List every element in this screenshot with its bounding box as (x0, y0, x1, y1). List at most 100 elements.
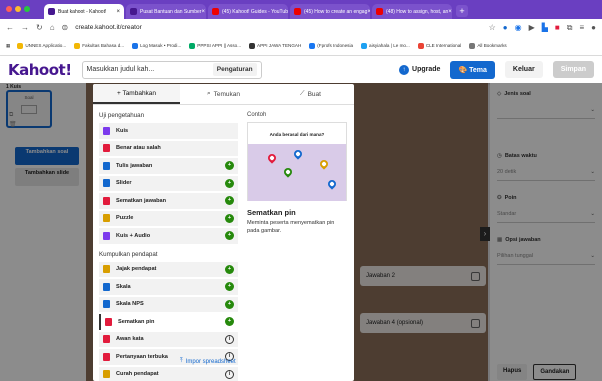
tab-find-label: Temukan (213, 90, 240, 98)
bookmark-item[interactable]: aisyiahala | Le mo... (361, 42, 410, 49)
play-icon[interactable]: ▶ (529, 23, 535, 32)
premium-badge-icon[interactable]: + (225, 231, 234, 240)
selected-type-title: Sematkan pin (247, 208, 296, 217)
import-spreadsheet-link[interactable]: ⤒ Impor spreadsheet (180, 358, 236, 365)
kahoot-logo[interactable]: Kahoot! (8, 61, 72, 79)
reload-icon[interactable]: ↻ (36, 23, 43, 32)
premium-badge-icon[interactable]: + (225, 317, 234, 326)
kahoot-title-input[interactable]: Masukkan judul kah... Pengaturan (81, 60, 262, 79)
close-tab-icon[interactable]: × (367, 9, 370, 15)
question-type-item[interactable]: Slider + (99, 175, 238, 191)
tab-create[interactable]: ⟋ Buat (267, 84, 354, 104)
close-tab-icon[interactable]: × (448, 9, 452, 15)
browser-tab-bar: Buat kahoot - Kahoot! × Pusat Bantuan dan … (0, 0, 602, 19)
extension-icon[interactable]: ▙ (542, 23, 548, 32)
example-label: Contoh (247, 112, 267, 118)
favicon-icon (48, 8, 55, 15)
question-type-label: Kuis (116, 127, 129, 134)
theme-button[interactable]: 🎨 Tema (450, 60, 495, 79)
upload-icon: ⤒ (180, 358, 183, 364)
extension-icon[interactable]: ◉ (515, 23, 522, 32)
bookmarks-bar: ▦ UNNES Applicatio... Fakultas Bahasa d..… (0, 36, 602, 56)
extension-icon[interactable]: ■ (555, 23, 560, 32)
save-button[interactable]: Simpan (552, 61, 594, 78)
browser-tab-title: (48) How to assign, host, an (386, 8, 449, 15)
question-type-item[interactable]: Jajak pendapat + (99, 261, 238, 277)
bookmark-favicon-icon (417, 42, 424, 49)
bookmark-label: APPI JAWA TENGAH (257, 42, 302, 48)
extension-icon[interactable]: ● (503, 23, 508, 32)
premium-badge-icon[interactable]: + (225, 161, 234, 170)
title-placeholder: Masukkan judul kah... (86, 66, 155, 73)
close-tab-icon[interactable]: × (116, 9, 120, 15)
question-type-item[interactable]: Kuis + Audio + (99, 228, 238, 244)
minimize-window-button[interactable] (15, 6, 21, 12)
back-icon[interactable]: ← (6, 23, 14, 32)
browser-tab-title: Buat kahoot - Kahoot! (58, 8, 107, 15)
new-tab-button[interactable]: + (456, 5, 468, 17)
question-type-item[interactable]: Tulis jawaban + (99, 158, 238, 174)
bookmark-item[interactable]: PPPSI APPI || Asso... (189, 42, 241, 49)
question-type-icon (105, 317, 112, 326)
magic-wand-icon: ⟋ (300, 90, 305, 97)
bookmark-item[interactable]: UNNES Applicatio... (17, 42, 66, 49)
premium-badge-icon[interactable]: + (225, 213, 234, 223)
premium-badge-icon[interactable]: + (225, 299, 234, 309)
info-icon[interactable]: i (225, 334, 234, 344)
close-tab-icon[interactable]: × (201, 9, 205, 15)
question-type-icon (103, 231, 110, 240)
bookmark-item[interactable]: Fakultas Bahasa d... (74, 42, 124, 49)
question-type-list: Uji pengetahuan Kuis Benar atau salah Tuli… (99, 112, 238, 381)
world-map-image (248, 144, 346, 201)
question-type-label: Kuis + Audio (116, 232, 151, 239)
bookmark-item[interactable]: (Fprofs Indonesia (309, 42, 353, 49)
question-type-item[interactable]: Puzzle + (99, 210, 238, 226)
bookmark-item[interactable]: APPI JAWA TENGAH (249, 42, 302, 49)
question-type-item[interactable]: Skala NPS + (99, 296, 238, 312)
settings-button[interactable]: Pengaturan (212, 63, 257, 76)
browser-tab[interactable]: (45) How to create an engag × (290, 4, 370, 19)
tab-find[interactable]: ⌕ Temukan (180, 84, 267, 104)
question-type-item[interactable]: Sematkan pin + (99, 314, 238, 330)
upgrade-button[interactable]: ↑ Upgrade (399, 64, 440, 75)
zoom-window-button[interactable] (24, 6, 30, 12)
browser-tab[interactable]: Pusat Bantuan dan Sumber × (126, 4, 206, 19)
url-field[interactable]: create.kahoot.it/creator (75, 24, 141, 31)
question-type-item[interactable]: Kuis (99, 123, 238, 139)
question-type-item[interactable]: Curah pendapat i (99, 366, 238, 381)
extensions-icon[interactable]: ⧉ (567, 23, 573, 33)
site-info-icon[interactable]: ⊜ (62, 23, 69, 32)
question-type-item[interactable]: Benar atau salah (99, 140, 238, 156)
exit-button[interactable]: Keluar (504, 61, 543, 78)
home-icon[interactable]: ⌂ (50, 23, 55, 32)
bookmark-item[interactable]: CLE International (417, 42, 461, 49)
apps-icon[interactable]: ▦ (6, 43, 10, 49)
palette-icon: 🎨 (458, 66, 468, 74)
close-window-button[interactable] (6, 6, 12, 12)
browser-tab[interactable]: (48) How to assign, host, an × (372, 4, 452, 19)
question-type-icon (103, 300, 110, 309)
question-type-icon (103, 144, 110, 153)
sidebar-icon[interactable]: ≡ (579, 23, 584, 32)
favicon-icon (294, 8, 301, 15)
tab-add[interactable]: + Tambahkan (93, 84, 180, 104)
question-type-item[interactable]: Skala + (99, 279, 238, 295)
premium-badge-icon[interactable]: + (225, 178, 234, 188)
premium-badge-icon[interactable]: + (225, 264, 234, 274)
browser-tab[interactable]: (45) Kahoot! Guides - YouTube× (208, 4, 288, 19)
bookmark-item[interactable]: Log Masuk • Prodi... (132, 42, 181, 49)
bookmark-item[interactable]: All Bookmarks (469, 42, 507, 49)
question-type-item[interactable]: Sematkan jawaban + (99, 193, 238, 209)
question-type-item[interactable]: Awan kata i (99, 331, 238, 347)
info-icon[interactable]: i (225, 369, 234, 379)
section-knowledge: Uji pengetahuan (99, 112, 145, 119)
premium-badge-icon[interactable]: + (225, 282, 234, 291)
browser-tab-title: (45) How to create an engag (304, 8, 368, 15)
profile-icon[interactable]: ● (591, 23, 596, 32)
browser-tab[interactable]: Buat kahoot - Kahoot! × (44, 4, 124, 19)
question-type-icon (103, 370, 110, 379)
question-type-label: Puzzle (116, 215, 134, 222)
bookmark-star-icon[interactable]: ☆ (489, 23, 496, 32)
premium-badge-icon[interactable]: + (225, 196, 234, 205)
forward-icon[interactable]: → (21, 23, 29, 32)
